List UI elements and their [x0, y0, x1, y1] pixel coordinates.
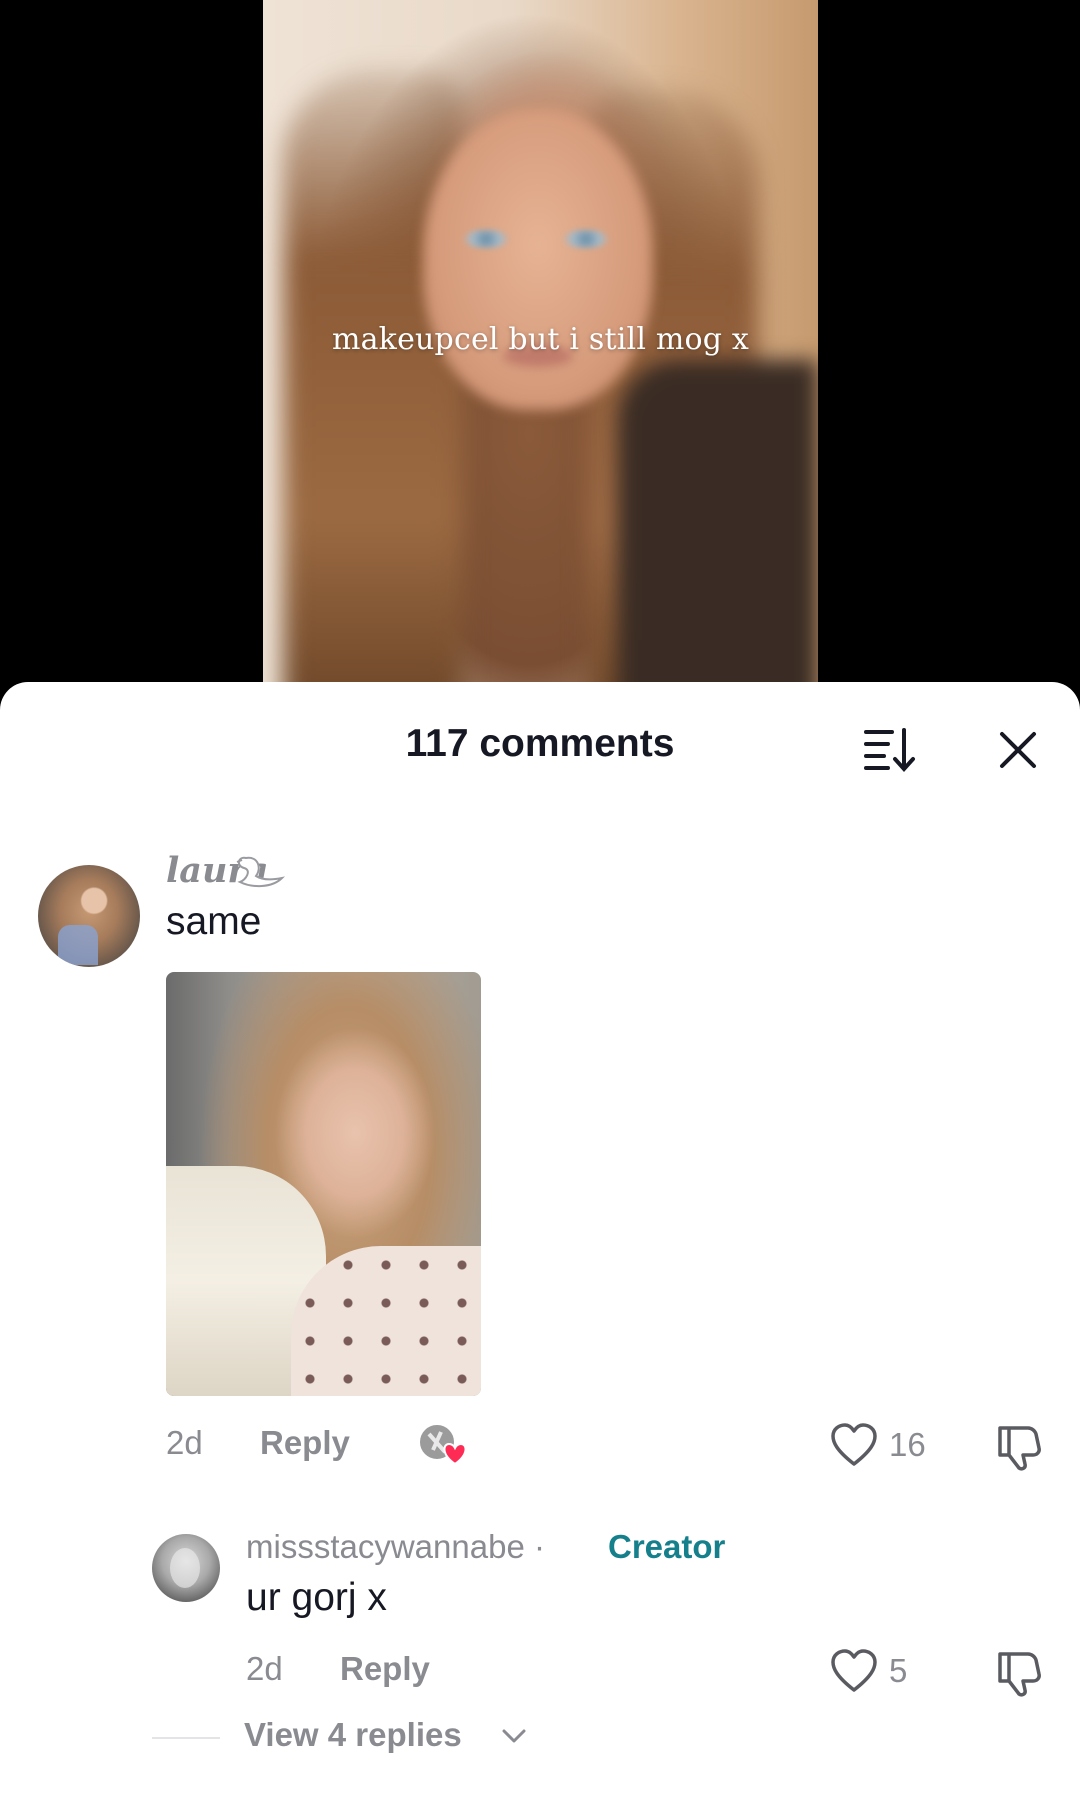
comments-sheet: 117 comments laura same 2d Reply 16 miss… [0, 682, 1080, 1818]
comment-text: ur gorj x [246, 1576, 387, 1619]
comment-text: same [166, 900, 262, 943]
chevron-down-icon[interactable] [500, 1726, 528, 1746]
heart-icon[interactable] [830, 1648, 878, 1694]
separator-dot: · [533, 1528, 545, 1565]
avatar[interactable] [152, 1534, 220, 1602]
comments-count-title: 117 comments [405, 722, 675, 765]
creator-badge: Creator [608, 1528, 726, 1565]
username-text: missstacywannabe [246, 1528, 525, 1565]
reply-button[interactable]: Reply [340, 1650, 430, 1688]
comment-timestamp: 2d [246, 1650, 283, 1687]
replies-divider [152, 1737, 220, 1739]
comment-image[interactable] [166, 972, 481, 1396]
comment-timestamp: 2d [166, 1424, 203, 1461]
image-pajama [291, 1246, 481, 1396]
dislike-icon[interactable] [994, 1422, 1042, 1472]
avatar[interactable] [38, 865, 140, 967]
creator-liked-icon [418, 1423, 467, 1466]
dislike-icon[interactable] [994, 1648, 1042, 1698]
close-icon [1000, 732, 1036, 768]
close-button[interactable] [990, 722, 1046, 778]
video-player[interactable]: makeupcel but i still mog x [263, 0, 818, 700]
sort-icon [864, 728, 915, 772]
video-frame-hair [283, 70, 463, 700]
view-replies-button[interactable]: View 4 replies [244, 1716, 462, 1754]
video-frame-eye [563, 230, 609, 248]
swan-icon [236, 856, 286, 888]
comment-username[interactable]: missstacywannabe · [246, 1528, 545, 1566]
heart-icon[interactable] [830, 1422, 878, 1468]
reply-button[interactable]: Reply [260, 1424, 350, 1462]
video-frame-jacket [618, 360, 818, 700]
video-frame-eye [463, 230, 509, 248]
sort-button[interactable] [858, 722, 918, 776]
video-caption: makeupcel but i still mog x [331, 322, 750, 357]
like-count: 16 [889, 1426, 926, 1463]
like-count: 5 [889, 1652, 908, 1689]
